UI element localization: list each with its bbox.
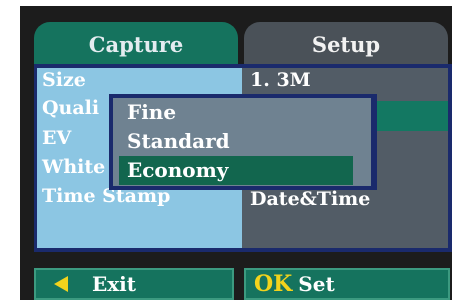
- menu-item-quality[interactable]: Quali: [42, 98, 99, 118]
- option-fine[interactable]: Fine: [119, 98, 353, 127]
- quality-popup-body: Fine Standard Economy: [113, 98, 371, 186]
- exit-button[interactable]: Exit: [34, 268, 234, 300]
- set-button[interactable]: OK Set: [244, 268, 450, 300]
- option-standard[interactable]: Standard: [119, 127, 353, 156]
- left-arrow-icon: [54, 276, 68, 292]
- camera-screen: Capture Setup Size 1. 3M Quali EV White …: [20, 6, 452, 300]
- tab-capture[interactable]: Capture: [34, 22, 238, 66]
- ok-icon: OK: [254, 271, 293, 297]
- menu-item-size[interactable]: Size: [42, 70, 86, 90]
- set-label: Set: [298, 272, 335, 296]
- menu-item-white-balance[interactable]: White: [42, 157, 105, 177]
- time-stamp-value: Date&Time: [250, 188, 371, 210]
- tab-setup[interactable]: Setup: [244, 22, 448, 66]
- option-economy[interactable]: Economy: [119, 156, 353, 185]
- tab-setup-label: Setup: [311, 31, 381, 57]
- menu-item-ev[interactable]: EV: [42, 128, 71, 148]
- size-value: 1. 3M: [250, 69, 311, 91]
- tab-capture-label: Capture: [88, 31, 184, 57]
- exit-label: Exit: [92, 272, 137, 296]
- quality-popup: Fine Standard Economy: [109, 94, 377, 190]
